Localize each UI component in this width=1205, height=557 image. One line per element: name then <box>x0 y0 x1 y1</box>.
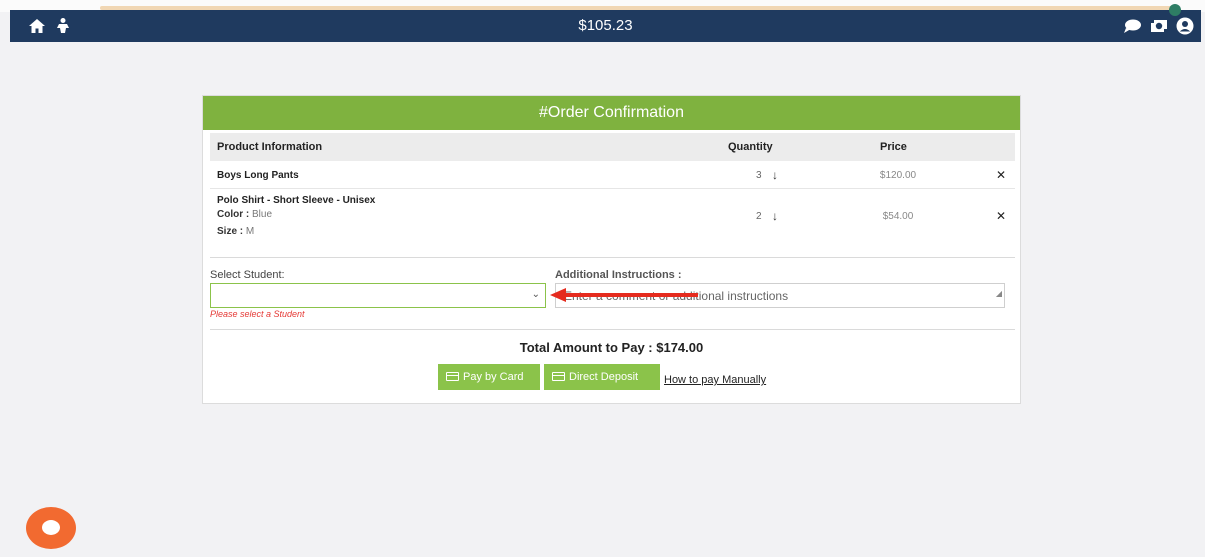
quantity-value: 3 <box>756 170 762 181</box>
select-student-label: Select Student: <box>210 269 285 281</box>
product-name: Polo Shirt - Short Sleeve - Unisex <box>217 195 376 206</box>
column-header-quantity: Quantity <box>728 141 773 153</box>
arrow-down-icon[interactable]: ↓ <box>772 168 778 182</box>
close-icon[interactable]: ✕ <box>996 209 1006 223</box>
size-label: Size : <box>217 226 244 237</box>
product-size: Size : M <box>217 226 254 237</box>
chevron-down-icon: ⌄ <box>531 289 540 300</box>
top-navbar: $105.23 <box>10 4 1201 42</box>
pay-by-card-label: Pay by Card <box>463 371 524 383</box>
table-row: Boys Long Pants 3 ↓ $120.00 ✕ <box>210 162 1015 189</box>
order-confirmation-card: #Order Confirmation Product Information … <box>202 95 1021 404</box>
red-arrow-annotation <box>550 288 698 302</box>
size-value: M <box>245 226 255 237</box>
close-icon[interactable]: ✕ <box>996 168 1006 182</box>
arrow-down-icon[interactable]: ↓ <box>772 209 778 223</box>
product-name: Boys Long Pants <box>217 170 299 181</box>
instructions-label: Additional Instructions : <box>555 269 682 281</box>
table-row: Polo Shirt - Short Sleeve - Unisex Color… <box>210 189 1015 245</box>
account-balance: $105.23 <box>578 17 633 34</box>
divider <box>210 329 1015 330</box>
user-icon[interactable] <box>1176 17 1194 35</box>
pay-by-card-button[interactable]: Pay by Card <box>438 364 540 390</box>
credit-card-icon <box>552 371 565 381</box>
credit-card-icon <box>446 371 459 381</box>
pay-manually-link[interactable]: How to pay Manually <box>664 374 766 386</box>
color-value: Blue <box>252 209 273 220</box>
price-value: $120.00 <box>879 170 917 181</box>
product-color: Color : Blue <box>217 209 272 220</box>
direct-deposit-label: Direct Deposit <box>569 371 639 383</box>
direct-deposit-button[interactable]: Direct Deposit <box>544 364 660 390</box>
price-value: $54.00 <box>882 211 914 222</box>
table-header: Product Information Quantity Price <box>210 133 1015 161</box>
total-amount: Total Amount to Pay : $174.00 <box>519 340 704 355</box>
resize-handle-icon[interactable]: ◢ <box>996 282 1002 306</box>
chat-icon[interactable] <box>1123 17 1141 35</box>
column-header-product: Product Information <box>217 141 323 153</box>
card-title: #Order Confirmation <box>203 96 1020 130</box>
student-error-message: Please select a Student <box>210 309 305 319</box>
column-header-price: Price <box>880 141 907 153</box>
chat-bubble-icon <box>42 520 60 535</box>
quantity-value: 2 <box>756 211 762 222</box>
divider <box>210 257 1015 258</box>
chat-launcher-button[interactable] <box>26 507 76 549</box>
student-select[interactable]: ⌄ <box>210 283 546 308</box>
color-label: Color : <box>217 209 250 220</box>
money-icon[interactable] <box>1150 17 1168 35</box>
